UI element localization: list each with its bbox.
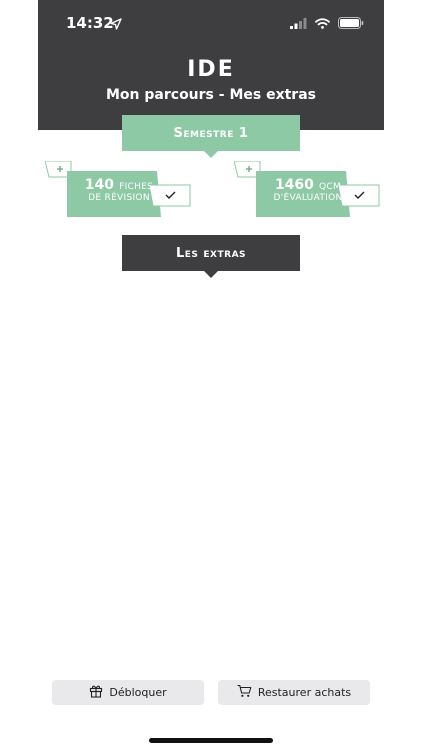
stat-unit: FICHES — [119, 182, 154, 192]
semestre-label: Semestre 1 — [173, 125, 249, 141]
unlock-button[interactable]: Débloquer — [52, 680, 204, 705]
gift-icon — [89, 684, 103, 701]
stat-text-qcm: 1460 QCM D'ÉVALUATION — [262, 175, 354, 204]
banner-pointer — [204, 271, 218, 278]
stat-number: 1460 — [274, 177, 314, 193]
semestre-banner[interactable]: Semestre 1 — [122, 115, 300, 158]
restore-purchases-button[interactable]: Restaurer achats — [218, 680, 370, 705]
stat-number: 140 — [84, 177, 115, 193]
cart-icon — [237, 684, 252, 701]
restore-label: Restaurer achats — [257, 686, 352, 699]
battery-icon — [338, 14, 364, 33]
page-title: IDE — [187, 57, 235, 82]
status-indicators — [290, 14, 364, 33]
stat-text-fiches: 140 FICHES DE RÉVISION — [73, 175, 165, 204]
cellular-signal-icon — [290, 14, 307, 33]
stat-caption: D'ÉVALUATION — [273, 193, 343, 204]
unlock-label: Débloquer — [109, 686, 167, 699]
wifi-icon — [315, 14, 330, 33]
location-arrow-icon — [110, 15, 122, 34]
home-indicator[interactable] — [149, 738, 273, 743]
stat-tag-fiches[interactable]: 140 FICHES DE RÉVISION — [45, 161, 195, 217]
banner-pointer — [204, 151, 218, 158]
extras-label: Les extras — [175, 245, 247, 261]
stat-unit: QCM — [319, 182, 342, 192]
status-time: 14:32 — [66, 14, 114, 32]
stat-tag-qcm[interactable]: 1460 QCM D'ÉVALUATION — [234, 161, 384, 217]
extras-banner: Les extras — [122, 235, 300, 278]
stat-caption: DE RÉVISION — [88, 193, 150, 204]
bottom-action-bar: Débloquer Restaurer achats — [52, 680, 370, 705]
header: 14:32 IDE Mon parcours - Mes extras — [38, 0, 384, 130]
page-subtitle: Mon parcours - Mes extras — [106, 87, 316, 103]
